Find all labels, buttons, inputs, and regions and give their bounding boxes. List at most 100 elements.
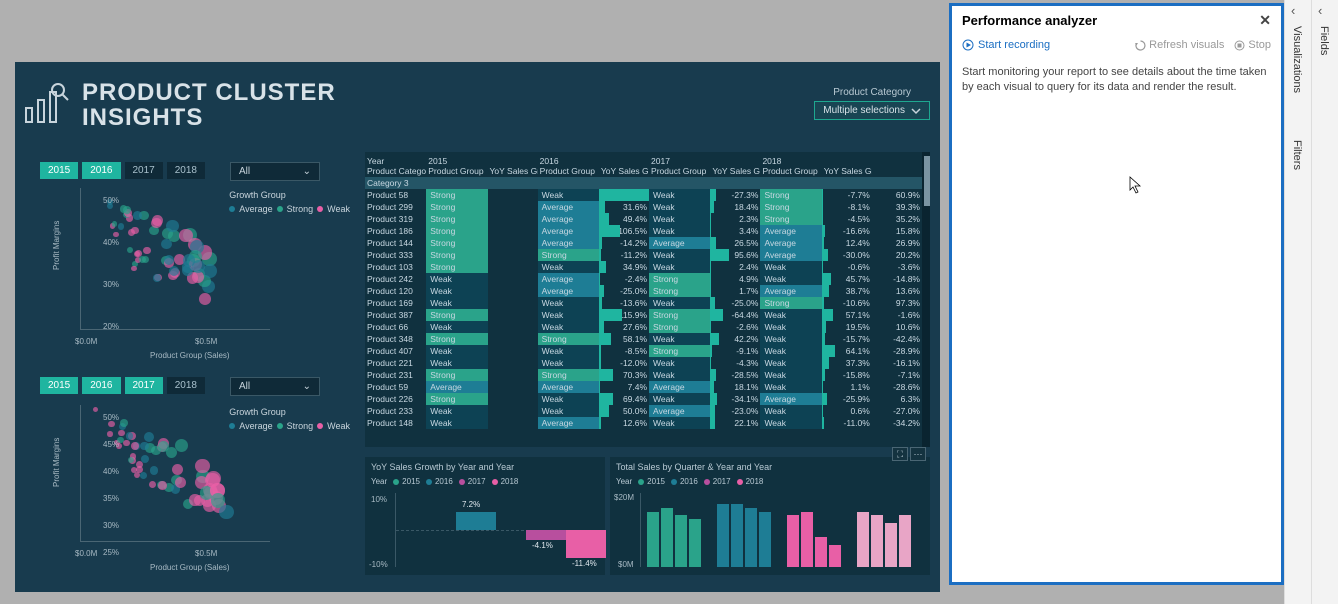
scatter-chart-bottom[interactable]: Growth Group AverageStrongWeak 50%45%40%… [40, 397, 350, 572]
bar [566, 530, 606, 558]
year-button-2017[interactable]: 2017 [125, 377, 163, 394]
scatter-point [93, 407, 98, 412]
scatter-point [118, 223, 124, 229]
table-row[interactable]: Product 221WeakWeak-12.0%Weak-4.3%Weak37… [365, 357, 922, 369]
ytick: 35% [103, 494, 119, 503]
legend-item-2015[interactable]: 2015 [638, 477, 665, 486]
scrollbar-thumb[interactable] [924, 156, 930, 206]
all-dropdown-bottom[interactable]: All ⌄ [230, 377, 320, 396]
year-button-2015[interactable]: 2015 [40, 162, 78, 179]
bar [885, 523, 897, 567]
mini1-yt1: -10% [369, 560, 388, 569]
product-category-dropdown[interactable]: Multiple selections [814, 101, 930, 120]
table-row[interactable]: Product 169WeakWeak-13.6%Weak-25.0%Stron… [365, 297, 922, 309]
scatter-point [140, 472, 147, 479]
scatter-point [141, 455, 149, 463]
year-button-2018[interactable]: 2018 [167, 377, 205, 394]
report-canvas: PRODUCT CLUSTER INSIGHTS Product Categor… [15, 62, 940, 592]
mini2-yt1: $0M [618, 560, 634, 569]
legend-item-2017[interactable]: 2017 [459, 477, 486, 486]
table-row[interactable]: Product 148WeakAverage12.6%Weak22.1%Weak… [365, 417, 922, 429]
start-recording-button[interactable]: Start recording [962, 39, 1050, 51]
scatter-chart-top[interactable]: Growth Group AverageStrongWeak 50%40%30%… [40, 180, 350, 360]
table-row[interactable]: Product 407WeakWeak-8.5%Strong-9.1%Weak6… [365, 345, 922, 357]
legend-item-2017[interactable]: 2017 [704, 477, 731, 486]
all-dropdown-top[interactable]: All ⌄ [230, 162, 320, 181]
scatter-point [139, 256, 146, 263]
table-row[interactable]: Product 59AverageAverage7.4%Average18.1%… [365, 381, 922, 393]
legend-item-2016[interactable]: 2016 [426, 477, 453, 486]
bar [731, 504, 743, 567]
bar-label: -4.1% [532, 541, 553, 550]
table-row[interactable]: Product 242WeakAverage-2.4%Strong4.9%Wea… [365, 273, 922, 285]
year-button-2017[interactable]: 2017 [125, 162, 163, 179]
table-row[interactable]: Product 120WeakAverage-25.0%Strong1.7%Av… [365, 285, 922, 297]
focus-mode-icon[interactable]: ⛶ [892, 447, 908, 461]
total-sales-chart[interactable]: ⛶ ⋯ Total Sales by Quarter & Year and Ye… [610, 457, 930, 575]
table-row[interactable]: Product 144StrongAverage-14.2%Average26.… [365, 237, 922, 249]
legend-item-strong[interactable]: Strong [277, 204, 314, 214]
table-row[interactable]: Product 387StrongWeak115.9%Strong-64.4%W… [365, 309, 922, 321]
scrollbar[interactable] [922, 152, 930, 447]
stop-icon [1234, 40, 1245, 51]
scatter-point [131, 442, 139, 450]
legend-item-strong[interactable]: Strong [277, 421, 314, 431]
legend-item-2015[interactable]: 2015 [393, 477, 420, 486]
table-row[interactable]: Product 348StrongStrong58.1%Weak42.2%Wea… [365, 333, 922, 345]
ytick: 50% [103, 413, 119, 422]
all-dropdown-bottom-wrap: All ⌄ [230, 377, 320, 396]
y-axis-label: Profit Margins [52, 221, 61, 270]
scatter-point [123, 440, 130, 447]
performance-analyzer-pane: Performance analyzer ✕ Start recording R… [949, 3, 1284, 585]
year-slicer-bottom: 20152016 20172018 [40, 377, 205, 394]
table-row[interactable]: Product 319StrongAverage49.4%Weak2.3%Str… [365, 213, 922, 225]
product-category-slicer: Product Category Multiple selections [814, 87, 930, 120]
year-button-2015[interactable]: 2015 [40, 377, 78, 394]
chevron-left-icon: ‹ [1291, 3, 1295, 18]
bar [456, 512, 496, 530]
scatter-point [131, 227, 139, 235]
refresh-visuals-button: Refresh visuals [1135, 39, 1224, 51]
chevron-left-icon: ‹ [1318, 3, 1322, 18]
legend-item-weak[interactable]: Weak [317, 421, 350, 431]
x-axis-label: Product Group (Sales) [150, 563, 230, 572]
fields-pane-collapsed[interactable]: ‹ Fields [1311, 0, 1338, 604]
scatter-point [175, 439, 188, 452]
table-row[interactable]: Product 299StrongAverage31.6%Weak18.4%St… [365, 201, 922, 213]
mini2-title: Total Sales by Quarter & Year and Year [610, 457, 930, 477]
scatter-plot-area: 50%40%30%20% [80, 188, 270, 330]
legend-item-weak[interactable]: Weak [317, 204, 350, 214]
yoy-growth-chart[interactable]: YoY Sales Growth by Year and Year Year20… [365, 457, 605, 575]
ytick: 40% [103, 467, 119, 476]
scatter-point [158, 481, 167, 490]
visualizations-pane-collapsed[interactable]: ‹ Visualizations Filters [1284, 0, 1311, 604]
table-row[interactable]: Product 103StrongWeak34.9%Weak2.4%Weak-0… [365, 261, 922, 273]
ytick: 30% [103, 280, 119, 289]
year-button-2018[interactable]: 2018 [167, 162, 205, 179]
table-row[interactable]: Product 186StrongAverage106.5%Weak3.4%Av… [365, 225, 922, 237]
refresh-icon [1135, 40, 1146, 51]
year-button-2016[interactable]: 2016 [82, 377, 120, 394]
table-row[interactable]: Product 58StrongWeak248.0%Weak-27.3%Stro… [365, 189, 922, 201]
legend-item-2018[interactable]: 2018 [737, 477, 764, 486]
xt1: $0.5M [195, 337, 217, 346]
table-row[interactable]: Product 333StrongStrong-11.2%Weak95.6%Av… [365, 249, 922, 261]
close-icon[interactable]: ✕ [1259, 12, 1271, 29]
scatter-point [203, 264, 217, 278]
table-row[interactable]: Product 226StrongWeak69.4%Weak-34.1%Aver… [365, 393, 922, 405]
table-row[interactable]: Product 66WeakWeak27.6%Strong-2.6%Weak19… [365, 321, 922, 333]
more-options-icon[interactable]: ⋯ [910, 447, 926, 461]
scatter-point [183, 254, 195, 266]
scatter-point [150, 466, 158, 474]
table-row[interactable]: Product 231StrongStrong70.3%Weak-28.5%We… [365, 369, 922, 381]
legend-item-2016[interactable]: 2016 [671, 477, 698, 486]
year-button-2016[interactable]: 2016 [82, 162, 120, 179]
legend-item-2018[interactable]: 2018 [492, 477, 519, 486]
table-row[interactable]: Product 233WeakWeak50.0%Average-23.0%Wea… [365, 405, 922, 417]
xt1b: $0.5M [195, 549, 217, 558]
bar-label: 7.2% [462, 500, 480, 509]
product-matrix-visual[interactable]: YearProduct Category2015Product GroupYoY… [365, 152, 930, 447]
scatter-point [120, 419, 128, 427]
refresh-visuals-label: Refresh visuals [1149, 39, 1224, 51]
all-dropdown-bottom-label: All [239, 381, 250, 392]
